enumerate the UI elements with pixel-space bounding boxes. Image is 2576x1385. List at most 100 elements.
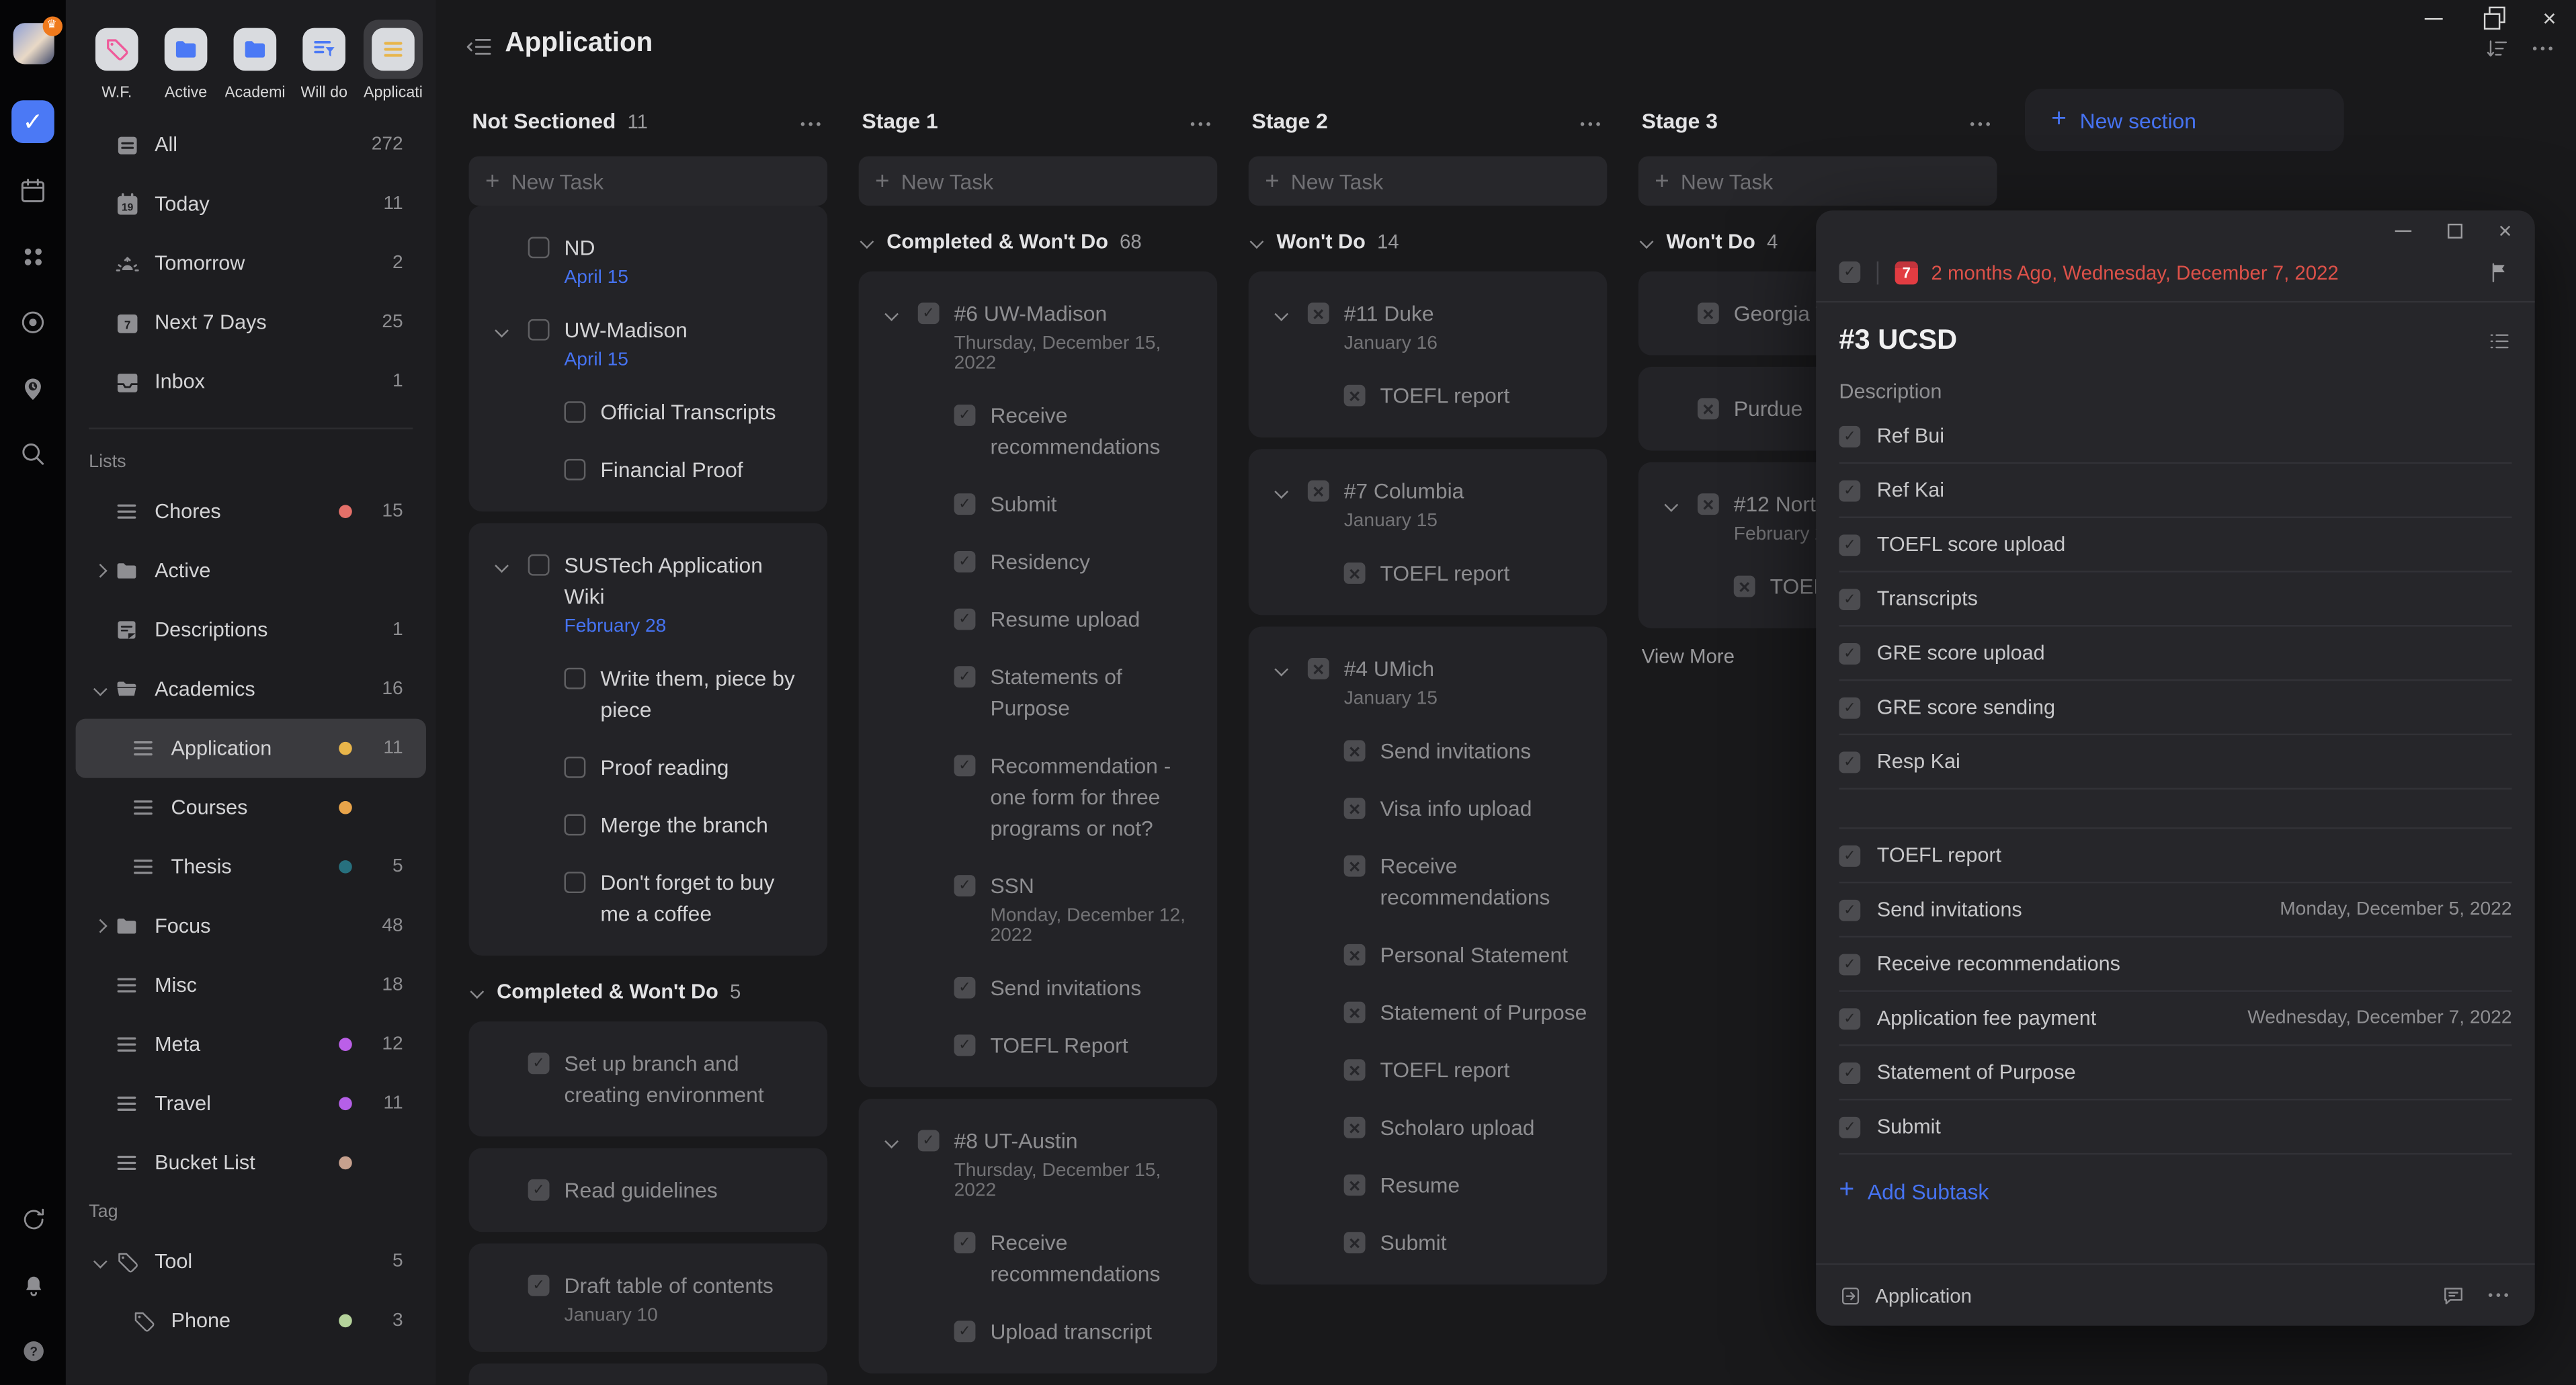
new-task-input[interactable]: +New Task <box>1638 157 1997 206</box>
checkbox-checked[interactable] <box>1839 751 1860 772</box>
checkbox-checked[interactable] <box>954 977 976 999</box>
restore-button[interactable] <box>2485 11 2500 26</box>
checkbox-checked[interactable] <box>954 405 976 426</box>
task-item[interactable]: Write them, piece by piece <box>489 650 808 739</box>
checkbox-checked[interactable] <box>918 1130 940 1152</box>
task-item[interactable]: Send invitations <box>878 959 1198 1017</box>
new-section-button[interactable]: +New section <box>2025 89 2344 151</box>
panel-minimize-icon[interactable] <box>2395 230 2411 232</box>
sidebar-list-bucket-list[interactable]: Bucket List <box>76 1133 426 1192</box>
checkbox-wontdo[interactable] <box>1734 576 1755 597</box>
calendar-nav[interactable] <box>15 173 51 209</box>
task-item[interactable]: #8 UT-AustinThursday, December 15, 2022 <box>878 1112 1198 1214</box>
sidebar-list-travel[interactable]: Travel11 <box>76 1074 426 1133</box>
checkbox-unchecked[interactable] <box>565 668 586 689</box>
new-task-input[interactable]: +New Task <box>859 157 1218 206</box>
task-checkbox-checked[interactable] <box>1839 261 1860 283</box>
checkbox-wontdo[interactable] <box>1698 302 1719 324</box>
checkbox-checked[interactable] <box>954 1320 976 1342</box>
chevron-down-icon[interactable] <box>495 324 509 338</box>
checkbox-unchecked[interactable] <box>565 814 586 836</box>
pinned-active[interactable]: Active <box>155 19 217 101</box>
sidebar-list-thesis[interactable]: Thesis5 <box>76 837 426 896</box>
due-date-text[interactable]: 2 months Ago, Wednesday, December 7, 202… <box>1931 261 2487 284</box>
task-item[interactable]: Merge the branch <box>489 796 808 854</box>
comment-icon[interactable] <box>2440 1283 2465 1308</box>
checklist-item[interactable]: Transcripts <box>1839 573 2511 627</box>
checkbox-checked[interactable] <box>1839 642 1860 664</box>
checkbox-unchecked[interactable] <box>565 459 586 480</box>
checkbox-wontdo[interactable] <box>1344 562 1366 584</box>
task-item[interactable]: TOEFL Report <box>878 1017 1198 1075</box>
task-item[interactable]: Recommendation - one form for three prog… <box>878 737 1198 857</box>
sidebar-list-descriptions[interactable]: Descriptions1 <box>76 600 426 659</box>
task-card[interactable]: SUSTech Application WikiFebruary 28Write… <box>469 523 828 956</box>
checkbox-unchecked[interactable] <box>528 319 550 341</box>
subtask-item[interactable]: Submit <box>1839 1100 2511 1155</box>
chevron-down-icon[interactable] <box>93 1255 107 1269</box>
task-item[interactable]: Proof reading <box>489 739 808 796</box>
task-card[interactable]: #6 UW-MadisonThursday, December 15, 2022… <box>859 271 1218 1087</box>
minimize-button[interactable] <box>2424 17 2442 19</box>
subtask-item[interactable]: TOEFL report <box>1839 829 2511 884</box>
task-item[interactable]: Receive recommendations <box>1268 837 1587 926</box>
collapse-sidebar-icon[interactable] <box>466 33 494 61</box>
task-card[interactable]: NDApril 15UW-MadisonApril 15Official Tra… <box>469 206 828 511</box>
checkbox-checked[interactable] <box>954 1232 976 1253</box>
new-task-input[interactable]: +New Task <box>469 157 828 206</box>
checkbox-wontdo[interactable] <box>1344 1002 1366 1023</box>
sidebar-list-misc[interactable]: Misc18 <box>76 956 426 1015</box>
habit-nav[interactable] <box>15 370 51 407</box>
close-button[interactable]: × <box>2543 10 2557 26</box>
chevron-down-icon[interactable] <box>1274 307 1288 321</box>
task-item[interactable]: Official Transcripts <box>489 383 808 441</box>
task-item[interactable]: Draft table of contentsJanuary 10 <box>489 1257 808 1339</box>
chevron-down-icon[interactable] <box>884 307 899 321</box>
task-item[interactable]: NDApril 15 <box>489 219 808 301</box>
group-header-won-t-do[interactable]: Won't Do14 <box>1252 230 1604 253</box>
sidebar-list-courses[interactable]: Courses <box>76 778 426 837</box>
search-nav[interactable] <box>15 436 51 472</box>
task-item[interactable]: TOEFL report <box>1268 1041 1587 1099</box>
notifications-button[interactable] <box>15 1267 51 1303</box>
footer-list-name[interactable]: Application <box>1875 1284 2440 1306</box>
checkbox-wontdo[interactable] <box>1344 385 1366 407</box>
task-item[interactable]: Set up branch and creating environment <box>489 1035 808 1124</box>
checklist-item[interactable]: GRE score sending <box>1839 681 2511 735</box>
task-card[interactable]: #8 UT-AustinThursday, December 15, 2022R… <box>859 1099 1218 1374</box>
subtask-item[interactable]: Application fee paymentWednesday, Decemb… <box>1839 992 2511 1046</box>
sidebar-item-inbox[interactable]: Inbox1 <box>76 352 426 411</box>
description-label[interactable]: Description <box>1816 357 2535 406</box>
board-more-icon[interactable]: ••• <box>2532 41 2556 56</box>
checkbox-wontdo[interactable] <box>1308 658 1329 679</box>
task-item[interactable]: #7 ColumbiaJanuary 15 <box>1268 462 1587 544</box>
checkbox-wontdo[interactable] <box>1344 1059 1366 1081</box>
checkbox-unchecked[interactable] <box>528 237 550 258</box>
task-card[interactable]: Set up branch and creating environment <box>469 1021 828 1136</box>
task-item[interactable]: Don't forget to buy me a coffee <box>489 853 808 942</box>
task-item[interactable]: Read guidelines <box>489 1161 808 1219</box>
checkbox-wontdo[interactable] <box>1344 1117 1366 1138</box>
task-item[interactable]: Resume <box>1268 1157 1587 1214</box>
panel-more-icon[interactable]: ••• <box>2488 1288 2511 1302</box>
checkbox-checked[interactable] <box>528 1179 550 1201</box>
checkbox-checked[interactable] <box>528 1275 550 1296</box>
sort-icon[interactable] <box>2485 36 2509 61</box>
task-item[interactable]: Financial Proof <box>489 441 808 499</box>
checklist-item[interactable]: TOEFL score upload <box>1839 518 2511 573</box>
checkbox-checked[interactable] <box>918 302 940 324</box>
checkbox-wontdo[interactable] <box>1344 740 1366 761</box>
checkbox-checked[interactable] <box>1839 899 1860 921</box>
checklist-item[interactable]: Resp Kai <box>1839 735 2511 790</box>
checkbox-unchecked[interactable] <box>528 554 550 576</box>
column-menu-icon[interactable]: ••• <box>1190 117 1214 132</box>
chevron-right-icon[interactable] <box>93 919 107 933</box>
task-card[interactable] <box>469 1363 828 1385</box>
sidebar-list-academics[interactable]: Academics16 <box>76 659 426 718</box>
checkbox-checked[interactable] <box>954 1035 976 1056</box>
task-item[interactable]: #4 UMichJanuary 15 <box>1268 640 1587 722</box>
task-item[interactable]: SUSTech Application WikiFebruary 28 <box>489 536 808 650</box>
column-menu-icon[interactable]: ••• <box>1580 117 1604 132</box>
checkbox-checked[interactable] <box>954 551 976 573</box>
chevron-down-icon[interactable] <box>495 559 509 573</box>
